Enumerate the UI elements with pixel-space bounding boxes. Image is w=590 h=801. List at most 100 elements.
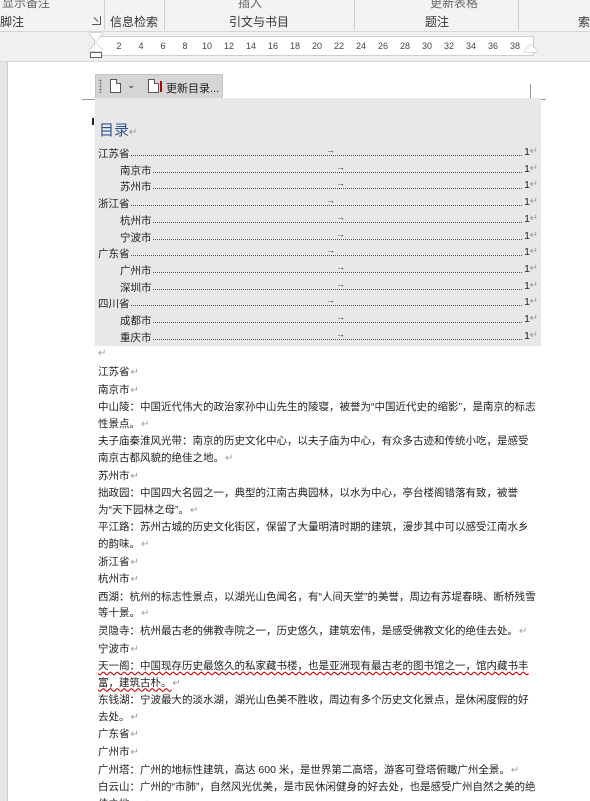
paragraph-mark-icon: ↵ xyxy=(190,504,199,516)
toc-dot-leader xyxy=(98,155,522,156)
ruler-tick: 38 xyxy=(509,41,521,51)
dialog-launcher-icon[interactable] xyxy=(92,16,101,25)
update-toc-document-icon xyxy=(148,79,159,93)
tab-arrow-icon: → xyxy=(336,211,345,222)
body-paragraph[interactable]: 杭州市↵ xyxy=(98,571,538,589)
paragraph-mark-icon: ↵ xyxy=(510,764,520,776)
toc-entry[interactable]: 成都市 → 1 ↵ xyxy=(120,312,538,329)
right-indent-marker[interactable] xyxy=(524,44,538,52)
body-paragraph-text: 宁波市 xyxy=(98,642,130,655)
vertical-ruler xyxy=(0,62,8,801)
body-paragraph[interactable]: 东钱湖：宁波最大的淡水湖，湖光山色美不胜收，周边有多个历史文化景点，是休闲度假的… xyxy=(98,692,538,726)
ruler-tick: 22 xyxy=(333,41,345,51)
body-paragraph[interactable]: 西湖：杭州的标志性景点，以湖光山色闻名，有“人间天堂”的美誉，周边有苏堤春晓、断… xyxy=(98,589,538,623)
ruler-tick: 18 xyxy=(289,41,301,51)
horizontal-ruler-bar: 2 4 6 8 10 12 14 16 18 20 22 24 26 28 30… xyxy=(0,32,590,62)
paragraph-mark-icon: ↵ xyxy=(141,538,150,550)
ruler-tick: 16 xyxy=(267,41,279,51)
update-toc-button[interactable]: 更新目录... xyxy=(166,80,219,96)
tab-arrow-icon: → xyxy=(336,228,345,239)
toc-dot-leader xyxy=(120,338,522,340)
body-paragraph[interactable]: 苏州市↵ xyxy=(98,468,538,486)
toc-entry-label: 重庆市 xyxy=(120,329,153,345)
paragraph-mark-icon: ↵ xyxy=(529,162,538,174)
body-paragraph[interactable]: 中山陵：中国近代伟大的政治家孙中山先生的陵寝，被誉为“中国近代史的缩影”，是南京… xyxy=(98,399,538,433)
group-separator xyxy=(104,0,105,30)
toc-entry[interactable]: 四川省 → 1 ↵ xyxy=(98,295,538,312)
ruler-tick: 32 xyxy=(443,41,455,51)
hanging-indent-marker[interactable] xyxy=(89,43,103,51)
ruler-tick: 34 xyxy=(465,41,477,51)
show-notes-button[interactable]: 显示备注 xyxy=(2,0,50,11)
body-paragraph[interactable]: 江苏省↵ xyxy=(98,364,538,382)
paragraph-mark-icon: ↵ xyxy=(130,729,139,741)
paragraph-mark-icon: ↵ xyxy=(130,643,139,655)
paragraph-mark-icon: ↵ xyxy=(130,384,139,396)
group-separator xyxy=(164,0,165,30)
toc-entry[interactable]: 宁波市 → 1 ↵ xyxy=(120,228,538,246)
update-table-button[interactable]: 更新表格 xyxy=(430,0,478,11)
first-line-indent-marker[interactable] xyxy=(89,33,103,41)
paragraph-mark-icon: ↵ xyxy=(130,367,139,378)
toc-dot-leader xyxy=(98,205,522,207)
toc-entry[interactable]: 广东省 → 1 ↵ xyxy=(98,245,538,262)
ruler-tick: 26 xyxy=(377,41,389,51)
paragraph-mark-icon: ↵ xyxy=(98,348,107,359)
toc-entry[interactable]: 江苏省 → 1 ↵ xyxy=(98,145,538,162)
group-index-label: 索 xyxy=(578,15,590,29)
paragraph-mark-icon: ↵ xyxy=(529,196,538,208)
chevron-down-icon[interactable]: ⌄ xyxy=(127,80,135,91)
toc-entry[interactable]: 苏州市 → 1 ↵ xyxy=(120,178,538,195)
toc-entry-label: 杭州市 xyxy=(120,212,153,228)
body-paragraph-text: 杭州市 xyxy=(98,573,130,586)
toc-entry[interactable]: 广州市 → 1 ↵ xyxy=(120,261,538,279)
toc-entry[interactable]: 南京市 → 1 ↵ xyxy=(120,161,538,179)
paragraph-mark-icon: ↵ xyxy=(129,127,138,138)
ruler-tick: 8 xyxy=(182,41,188,51)
toc-menu-document-icon[interactable] xyxy=(110,79,121,93)
paragraph-mark-icon: ↵ xyxy=(519,625,528,637)
paragraph-mark-icon: ↵ xyxy=(529,313,538,324)
toc-entry[interactable]: 深圳市 → 1 ↵ xyxy=(120,278,538,296)
ruler-tick: 4 xyxy=(138,41,144,51)
toc-entry-label: 宁波市 xyxy=(120,229,153,245)
paragraph-mark-icon: ↵ xyxy=(529,246,538,258)
paragraph-mark-icon: ↵ xyxy=(130,711,139,723)
body-paragraph[interactable]: 浙江省↵ xyxy=(98,554,538,572)
toc-entry[interactable]: 重庆市 → 1 ↵ xyxy=(120,328,538,346)
insert-citation-button[interactable]: 插入 xyxy=(238,0,262,11)
body-paragraph[interactable]: 白云山：广州的“市肺”，自然风光优美，是市民休闲健身的好去处，也是感受广州自然之… xyxy=(98,779,538,801)
paragraph-mark-icon: ↵ xyxy=(130,470,139,482)
body-paragraph[interactable]: 宁波市↵ xyxy=(98,641,538,659)
document-body[interactable]: 江苏省↵ 南京市↵ 中山陵：中国近代伟大的政治家孙中山先生的陵寝，被誉为“中国近代史… xyxy=(98,364,538,801)
tab-arrow-icon: → xyxy=(336,161,345,172)
drag-handle-icon[interactable] xyxy=(99,79,102,93)
group-separator xyxy=(354,0,355,30)
toc-title-text: 目录 xyxy=(99,122,130,139)
body-paragraph[interactable]: 平江路：苏州古城的历史文化街区，保留了大量明清时期的建筑，漫步其中可以感受江南水… xyxy=(98,519,538,553)
body-paragraph[interactable]: 广州塔：广州的地标性建筑，高达 600 米，是世界第二高塔，游客可登塔俯瞰广州全… xyxy=(98,762,538,780)
ruler-tick: 12 xyxy=(223,41,235,51)
toc-dot-leader xyxy=(120,271,522,273)
toc-entry-label: 广州市 xyxy=(120,262,153,278)
body-paragraph[interactable]: 广州市↵ xyxy=(98,744,538,762)
ribbon: 显示备注 插入 更新表格 脚注 信息检索 引文与书目 题注 索 xyxy=(0,0,590,32)
toc-entry[interactable]: 杭州市 → 1 ↵ xyxy=(120,211,538,229)
body-paragraph-text: 南京市 xyxy=(98,383,130,396)
toc-dot-leader xyxy=(98,255,522,257)
body-paragraph[interactable]: 南京市↵ xyxy=(98,382,538,400)
tab-arrow-icon: → xyxy=(336,278,345,289)
body-paragraph[interactable]: 天一阁：中国现存历史最悠久的私家藏书楼，也是亚洲现有最古老的图书馆之一，馆内藏书… xyxy=(98,658,538,692)
horizontal-ruler[interactable]: 2 4 6 8 10 12 14 16 18 20 22 24 26 28 30… xyxy=(94,36,534,56)
group-captions-label: 题注 xyxy=(425,15,450,29)
body-paragraph[interactable]: 拙政园：中国四大名园之一，典型的江南古典园林，以水为中心，亭台楼阁错落有致，被誉… xyxy=(98,485,538,519)
body-paragraph-text: 广东省 xyxy=(98,728,130,741)
body-paragraph-text: 灵隐寺：杭州最古老的佛教寺院之一，历史悠久，建筑宏伟，是感受佛教文化的绝佳去处。 xyxy=(98,624,518,637)
ruler-tick: 10 xyxy=(201,41,213,51)
body-paragraph[interactable]: 广东省↵ xyxy=(98,726,538,744)
body-paragraph[interactable]: 夫子庙秦淮风光带：南京的历史文化中心，以夫子庙为中心，有众多古迹和传统小吃，是感… xyxy=(98,433,538,467)
toc-entry[interactable]: 浙江省 → 1 ↵ xyxy=(98,195,538,212)
left-indent-marker[interactable] xyxy=(90,52,102,58)
body-paragraph[interactable]: 灵隐寺：杭州最古老的佛教寺院之一，历史悠久，建筑宏伟，是感受佛教文化的绝佳去处。… xyxy=(98,623,538,641)
paragraph-mark-icon: ↵ xyxy=(529,179,538,191)
